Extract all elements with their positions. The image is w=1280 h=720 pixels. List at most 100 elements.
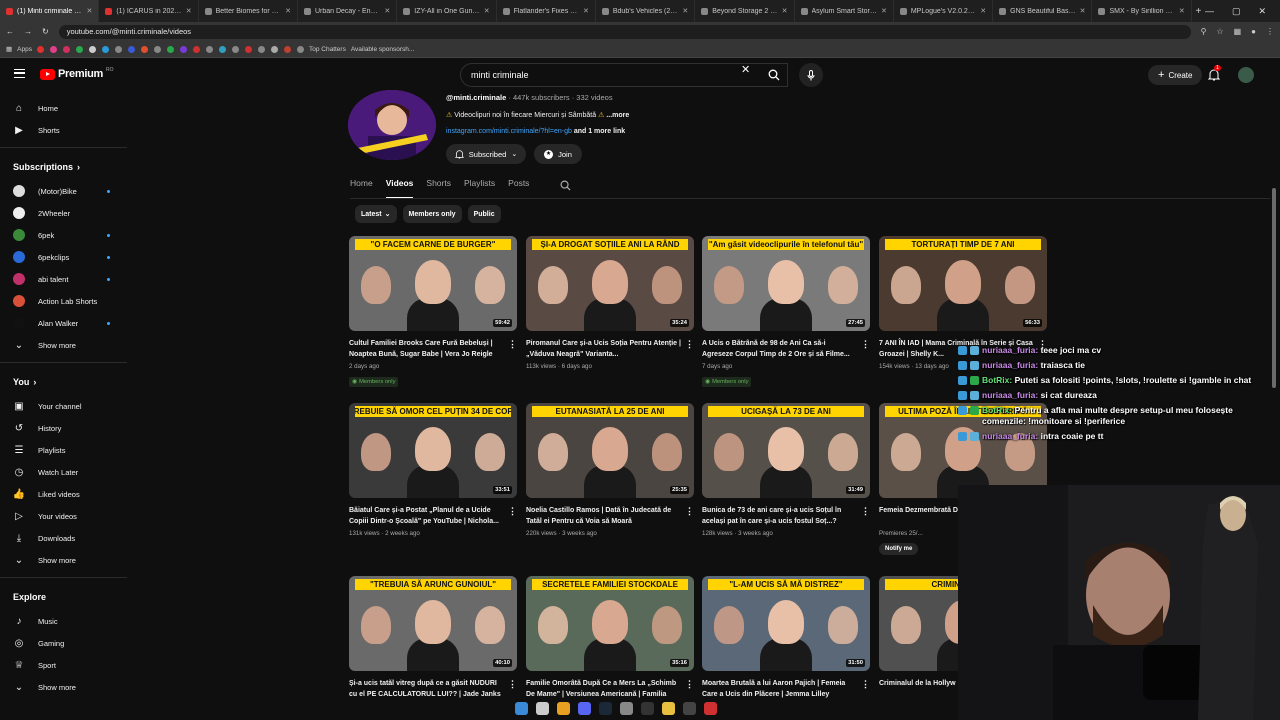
more-actions-icon[interactable]: ⋮	[508, 339, 517, 350]
sidebar-item[interactable]: ◎ Gaming	[0, 632, 130, 654]
tab-close-icon[interactable]: ✕	[1179, 7, 1185, 15]
bookmark-star-icon[interactable]: ☆	[1216, 27, 1223, 36]
obs-icon[interactable]	[683, 701, 696, 715]
channel-tab[interactable]: Posts	[508, 174, 529, 196]
discord-icon[interactable]	[578, 701, 591, 715]
channel-search-icon[interactable]	[560, 180, 571, 191]
sidebar-item[interactable]: 👍 Liked videos	[0, 483, 130, 505]
bookmark-favicon-icon[interactable]	[127, 45, 135, 53]
sidebar-subscription[interactable]: abi talent	[0, 268, 130, 290]
sidebar-item[interactable]: ▶ Shorts	[0, 119, 130, 141]
video-card[interactable]: UCIGAȘĂ LA 73 DE ANI 31:49 Bunica de 73 de…	[702, 403, 870, 537]
join-button[interactable]: ★ Join	[534, 144, 582, 164]
bookmark-favicon-icon[interactable]	[205, 45, 213, 53]
chrome-icon[interactable]	[557, 701, 570, 715]
app-icon[interactable]	[620, 701, 633, 715]
video-title[interactable]: Și-a ucis tatăl vitreg după ce a găsit N…	[349, 678, 517, 700]
video-thumbnail[interactable]: "L-AM UCIS SĂ MĂ DISTREZ" 31:50	[702, 576, 870, 671]
tab-close-icon[interactable]: ✕	[384, 7, 390, 15]
bookmark-favicon-icon[interactable]	[192, 45, 200, 53]
channel-tab[interactable]: Home	[350, 174, 373, 196]
browser-tab[interactable]: Better Biomes for 7D2D ✕	[199, 0, 298, 22]
channel-more-links[interactable]: and 1 more link	[574, 128, 625, 135]
sidebar-item[interactable]: ☰ Playlists	[0, 439, 130, 461]
bookmark-favicon-icon[interactable]	[231, 45, 239, 53]
browser-tab[interactable]: (1) ICARUS in 2026 is d ✕	[99, 0, 199, 22]
browser-tab[interactable]: Asylum Smart Storage ✕	[795, 0, 894, 22]
tab-close-icon[interactable]: ✕	[186, 7, 192, 15]
sidebar-item[interactable]: ⌄ Show more	[0, 676, 130, 698]
file-explorer-icon[interactable]	[662, 701, 675, 715]
filter-chip[interactable]: Latest ⌄	[355, 205, 397, 223]
browser-tab[interactable]: Beyond Storage 2 at 7 ✕	[695, 0, 795, 22]
video-card[interactable]: "Am găsit videoclipurile în telefonul tă…	[702, 236, 870, 388]
tab-close-icon[interactable]: ✕	[583, 7, 589, 15]
channel-description[interactable]: ⚠ Videoclipuri noi în fiecare Miercuri ș…	[446, 111, 629, 119]
sponsorship-bookmark[interactable]: Available sponsorsh...	[351, 46, 414, 53]
forward-icon[interactable]: →	[24, 27, 32, 36]
browser-tab[interactable]: SMX - By Sirillion at 7 ✕	[1092, 0, 1192, 22]
bookmark-favicon-icon[interactable]	[270, 45, 278, 53]
sidebar-item[interactable]: ⌄ Show more	[0, 334, 130, 356]
url-field[interactable]: youtube.com/@minti.criminale/videos	[58, 24, 1191, 39]
maximize-icon[interactable]: ▢	[1232, 6, 1241, 17]
tab-close-icon[interactable]: ✕	[881, 7, 887, 15]
bookmark-favicon-icon[interactable]	[296, 45, 304, 53]
sidebar-subscription[interactable]: 2Wheeler	[0, 202, 130, 224]
bookmark-favicon-icon[interactable]	[218, 45, 226, 53]
extensions-icon[interactable]: ▦	[1234, 27, 1242, 36]
steam-icon[interactable]	[599, 701, 612, 715]
channel-tab[interactable]: Shorts	[426, 174, 451, 196]
video-thumbnail[interactable]: UCIGAȘĂ LA 73 DE ANI 31:49	[702, 403, 870, 498]
channel-tab[interactable]: Playlists	[464, 174, 495, 196]
browser-menu-icon[interactable]: ⋮	[1266, 27, 1274, 36]
bookmark-favicon-icon[interactable]	[179, 45, 187, 53]
filter-chip[interactable]: Public	[467, 205, 501, 223]
zoom-icon[interactable]: ⚲	[1201, 27, 1207, 36]
more-actions-icon[interactable]: ⋮	[508, 506, 517, 517]
filter-chip[interactable]: Members only	[402, 205, 462, 223]
sidebar-item[interactable]: ↺ History	[0, 417, 130, 439]
video-title[interactable]: Piromanul Care și-a Ucis Soția Pentru At…	[526, 338, 694, 360]
bookmark-favicon-icon[interactable]	[153, 45, 161, 53]
tab-close-icon[interactable]: ✕	[980, 7, 986, 15]
profile-icon[interactable]: ●	[1251, 27, 1256, 36]
bookmark-favicon-icon[interactable]	[244, 45, 252, 53]
close-window-icon[interactable]: ✕	[1259, 6, 1267, 17]
bookmark-favicon-icon[interactable]	[88, 45, 96, 53]
browser-tab[interactable]: Urban Decay - Environ ✕	[298, 0, 398, 22]
back-icon[interactable]: ←	[6, 27, 14, 36]
sidebar-item[interactable]: ♪ Music	[0, 610, 130, 632]
video-card[interactable]: "L-AM UCIS SĂ MĂ DISTREZ" 31:50 Moartea Br…	[702, 576, 870, 700]
video-card[interactable]: "O FACEM CARNE DE BURGER" 59:42 Cultul Fam…	[349, 236, 517, 388]
browser-tab[interactable]: MPLogue's V2.0.2 Prot ✕	[894, 0, 994, 22]
sidebar-item[interactable]: ⤓ Downloads	[0, 527, 130, 549]
new-tab-icon[interactable]: +	[1192, 0, 1205, 22]
notify-me-button[interactable]: Notify me	[879, 543, 919, 555]
browser-tab[interactable]: GNS Beautiful Bases M ✕	[993, 0, 1093, 22]
video-thumbnail[interactable]: "TREBUIE SĂ OMOR CEL PUȚIN 34 DE COPII" 3…	[349, 403, 517, 498]
windows-start-icon[interactable]	[515, 701, 528, 715]
video-card[interactable]: ȘI-A DROGAT SOȚIILE ANI LA RÂND 35:24 Piro…	[526, 236, 694, 370]
description-more[interactable]: ...more	[606, 112, 629, 119]
voice-search-button[interactable]	[799, 63, 823, 87]
bookmark-favicon-icon[interactable]	[75, 45, 83, 53]
tab-close-icon[interactable]: ✕	[1080, 7, 1086, 15]
bookmark-favicon-icon[interactable]	[283, 45, 291, 53]
video-title[interactable]: Noelia Castillo Ramos | Dată în Judecată…	[526, 505, 694, 527]
tab-close-icon[interactable]: ✕	[682, 7, 688, 15]
browser-tab[interactable]: Bdub's Vehicles (2.6) a ✕	[596, 0, 696, 22]
tab-close-icon[interactable]: ✕	[285, 7, 291, 15]
more-actions-icon[interactable]: ⋮	[508, 679, 517, 690]
sidebar-subscription[interactable]: (Motor)Bike	[0, 180, 130, 202]
video-title[interactable]: A Ucis o Bătrână de 98 de Ani Ca să-i Ag…	[702, 338, 870, 360]
more-actions-icon[interactable]: ⋮	[861, 506, 870, 517]
video-title[interactable]: Moartea Brutală a lui Aaron Pajich | Fem…	[702, 678, 870, 700]
youtube-logo[interactable]: Premium RO	[40, 67, 113, 80]
browser-tab[interactable]: (1) Minti criminale - Yo ✕	[0, 0, 100, 22]
more-actions-icon[interactable]: ⋮	[861, 339, 870, 350]
reload-icon[interactable]: ↻	[42, 27, 49, 36]
sidebar-item[interactable]: ⌄ Show more	[0, 549, 130, 571]
video-thumbnail[interactable]: "TREBUIA SĂ ARUNC GUNOIUL" 40:10	[349, 576, 517, 671]
sidebar-subscription[interactable]: Action Lab Shorts	[0, 290, 130, 312]
